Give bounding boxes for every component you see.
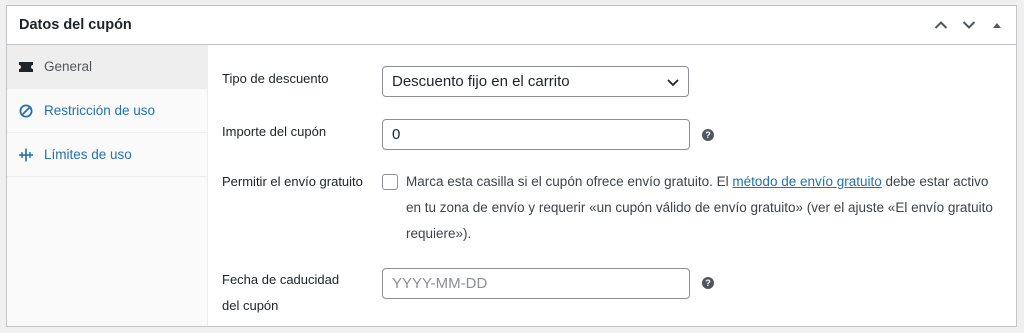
free-shipping-checkbox[interactable]	[382, 174, 398, 190]
expiry-date-label-line2: del cupón	[222, 298, 279, 313]
coupon-amount-input[interactable]	[382, 119, 690, 150]
chevron-up-icon	[934, 21, 948, 29]
chevron-down-icon	[667, 79, 679, 87]
triangle-up-icon	[993, 23, 1001, 28]
header-controls	[930, 6, 1008, 44]
expiry-date-row: Fecha de caducidad del cupón ?	[208, 267, 1016, 319]
coupon-amount-row: Importe del cupón ?	[208, 116, 1016, 152]
tab-usage-restriction[interactable]: Restricción de uso	[7, 89, 207, 133]
panel-header: Datos del cupón	[7, 6, 1016, 45]
panel-body: General Restricción de uso Límites de us…	[7, 45, 1016, 326]
ticket-icon	[17, 58, 35, 76]
limits-icon	[17, 146, 35, 164]
move-down-button[interactable]	[958, 14, 980, 36]
tab-usage-restriction-label: Restricción de uso	[44, 103, 156, 118]
discount-type-select[interactable]: Descuento fijo en el carrito	[382, 66, 689, 97]
general-options: Tipo de descuento Descuento fijo en el c…	[208, 45, 1016, 326]
help-icon[interactable]: ?	[702, 277, 714, 289]
chevron-down-icon	[962, 21, 976, 29]
coupon-amount-label: Importe del cupón	[222, 124, 327, 139]
free-shipping-label: Permitir el envío gratuito	[222, 174, 363, 189]
coupon-tabs: General Restricción de uso Límites de us…	[7, 45, 208, 326]
no-entry-icon	[17, 102, 35, 120]
tab-general-label: General	[44, 59, 93, 74]
expiry-date-input[interactable]	[382, 268, 690, 299]
free-shipping-row: Permitir el envío gratuito Marca esta ca…	[208, 169, 1016, 251]
help-icon[interactable]: ?	[702, 129, 714, 141]
tab-usage-limits-label: Límites de uso	[44, 147, 132, 162]
coupon-data-panel: Datos del cupón General Restricción de u…	[6, 5, 1017, 327]
move-up-button[interactable]	[930, 14, 952, 36]
panel-title: Datos del cupón	[19, 17, 132, 33]
expiry-date-label-line1: Fecha de caducidad	[222, 272, 340, 287]
tab-usage-limits[interactable]: Límites de uso	[7, 133, 207, 177]
free-shipping-description: Marca esta casilla si el cupón ofrece en…	[406, 169, 1006, 247]
free-shipping-desc-before: Marca esta casilla si el cupón ofrece en…	[406, 174, 733, 189]
discount-type-row: Tipo de descuento Descuento fijo en el c…	[208, 63, 1016, 97]
free-shipping-method-link[interactable]: método de envío gratuito	[732, 174, 881, 189]
toggle-panel-button[interactable]	[986, 14, 1008, 36]
discount-type-label: Tipo de descuento	[222, 71, 329, 86]
tab-general[interactable]: General	[7, 45, 207, 89]
discount-type-value: Descuento fijo en el carrito	[392, 73, 570, 90]
